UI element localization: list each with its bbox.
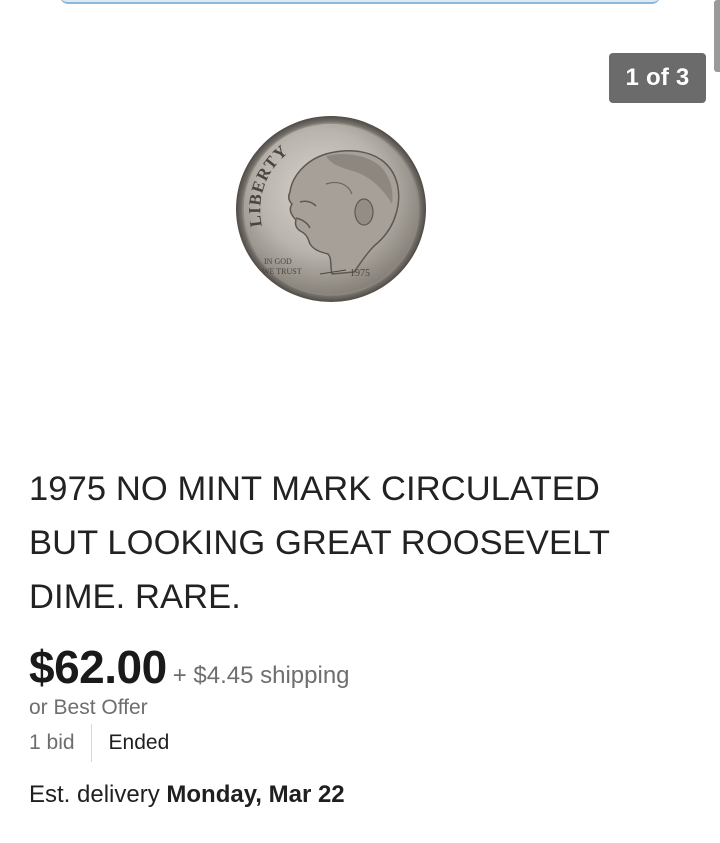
- bid-status-row: 1 bid Ended: [29, 724, 169, 762]
- coin-motto-line-1: IN GOD: [264, 257, 292, 266]
- best-offer-text: or Best Offer: [29, 696, 148, 719]
- listing-title: 1975 NO MINT MARK CIRCULATED BUT LOOKING…: [29, 470, 610, 616]
- coin-photo[interactable]: LIBERTY IN GOD WE TRUST 1975: [234, 114, 428, 304]
- image-counter-badge: 1 of 3: [609, 53, 706, 103]
- listing-page: 1 of 3 LIBERTY IN GOD WE TRUST 1975 1975…: [0, 0, 720, 843]
- price-row: $62.00 + $4.45 shipping: [29, 640, 350, 696]
- bid-count[interactable]: 1 bid: [29, 731, 75, 755]
- delivery-date: Monday, Mar 22: [166, 781, 345, 808]
- shipping-cost: + $4.45 shipping: [172, 662, 350, 689]
- image-gallery[interactable]: 1 of 3 LIBERTY IN GOD WE TRUST 1975: [0, 0, 720, 430]
- estimated-delivery: Est. delivery Monday, Mar 22: [29, 781, 345, 809]
- delivery-label: Est. delivery: [29, 781, 160, 808]
- listing-status: Ended: [108, 731, 170, 754]
- listing-price: $62.00: [29, 641, 167, 693]
- coin-year: 1975: [350, 268, 370, 279]
- coin-motto-line-2: WE TRUST: [262, 267, 302, 276]
- image-counter-text: 1 of 3: [625, 64, 690, 91]
- bid-status-divider: [90, 724, 92, 762]
